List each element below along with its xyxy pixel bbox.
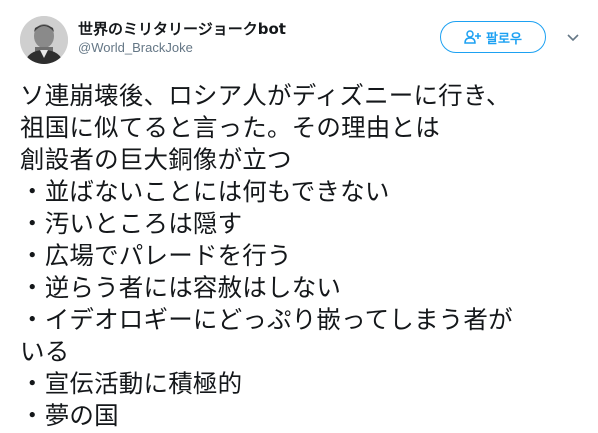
add-user-icon <box>464 30 482 44</box>
tweet-text-line: ・広場でパレードを行う <box>20 241 292 270</box>
tweet-menu-button[interactable] <box>564 29 582 47</box>
account-handle[interactable]: @World_BrackJoke <box>78 39 286 57</box>
display-name[interactable]: 世界のミリタリージョークbot <box>78 19 286 39</box>
avatar[interactable] <box>20 16 68 64</box>
account-names: 世界のミリタリージョークbot @World_BrackJoke <box>78 19 286 57</box>
avatar-portrait-icon <box>20 16 68 64</box>
tweet-header: 世界のミリタリージョークbot @World_BrackJoke 팔로우 <box>20 12 579 66</box>
tweet-text: ソ連崩壊後、ロシア人がディズニーに行き、 祖国に似てると言った。その理由とは 創設者… <box>20 80 578 432</box>
tweet-text-line: ・汚いところは隠す <box>20 209 243 238</box>
tweet-text-line: 祖国に似てると言った。その理由とは <box>20 113 440 142</box>
tweet-text-line: ・逆らう者には容赦はしない <box>20 273 342 302</box>
follow-button-label: 팔로우 <box>486 31 522 47</box>
tweet-text-line: ・イデオロギーにどっぷり嵌ってしまう者が <box>20 305 513 334</box>
tweet-text-line: ソ連崩壊後、ロシア人がディズニーに行き、 <box>20 81 511 110</box>
chevron-down-icon <box>567 34 579 42</box>
tweet-text-line: いる <box>20 337 70 366</box>
follow-button[interactable]: 팔로우 <box>440 21 546 53</box>
tweet-card: 世界のミリタリージョークbot @World_BrackJoke 팔로우 ソ連崩… <box>0 0 598 433</box>
tweet-text-line: ・宣伝活動に積極的 <box>20 369 243 398</box>
tweet-text-line: ・夢の国 <box>20 401 119 430</box>
tweet-text-line: ・並ばないことには何もできない <box>20 177 390 206</box>
tweet-text-line: 創設者の巨大銅像が立つ <box>20 145 292 174</box>
